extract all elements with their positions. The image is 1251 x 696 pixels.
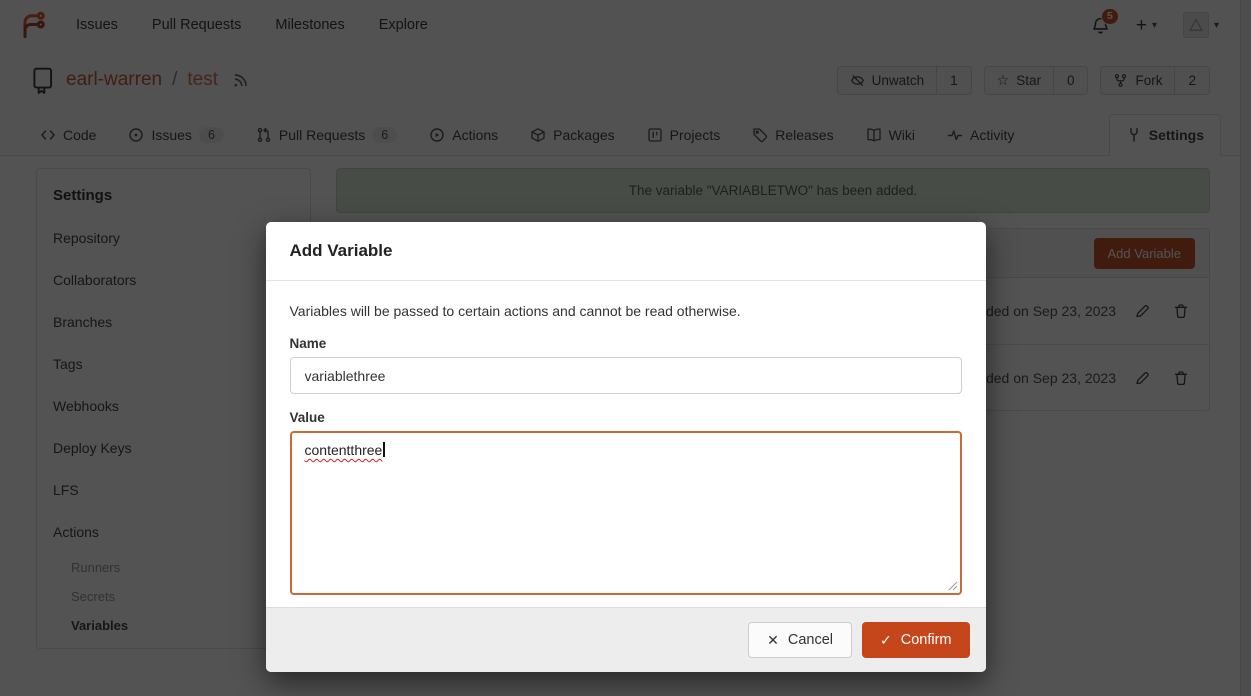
- x-icon: ✕: [767, 633, 779, 647]
- cancel-label: Cancel: [788, 632, 833, 648]
- text-cursor: [383, 442, 385, 457]
- value-field-label: Value: [290, 410, 962, 425]
- modal-footer: ✕ Cancel ✓ Confirm: [266, 607, 986, 672]
- variable-value-textarea[interactable]: contentthree: [290, 431, 962, 595]
- confirm-label: Confirm: [901, 632, 952, 648]
- check-icon: ✓: [880, 633, 892, 647]
- resize-grip-icon[interactable]: [948, 581, 958, 591]
- variable-name-input[interactable]: [290, 357, 962, 394]
- cancel-button[interactable]: ✕ Cancel: [748, 622, 852, 658]
- add-variable-modal: Add Variable Variables will be passed to…: [266, 222, 986, 672]
- value-text: contentthree: [305, 442, 383, 458]
- confirm-button[interactable]: ✓ Confirm: [862, 622, 970, 658]
- modal-description: Variables will be passed to certain acti…: [290, 303, 962, 319]
- modal-title: Add Variable: [266, 222, 986, 281]
- name-field-label: Name: [290, 336, 962, 351]
